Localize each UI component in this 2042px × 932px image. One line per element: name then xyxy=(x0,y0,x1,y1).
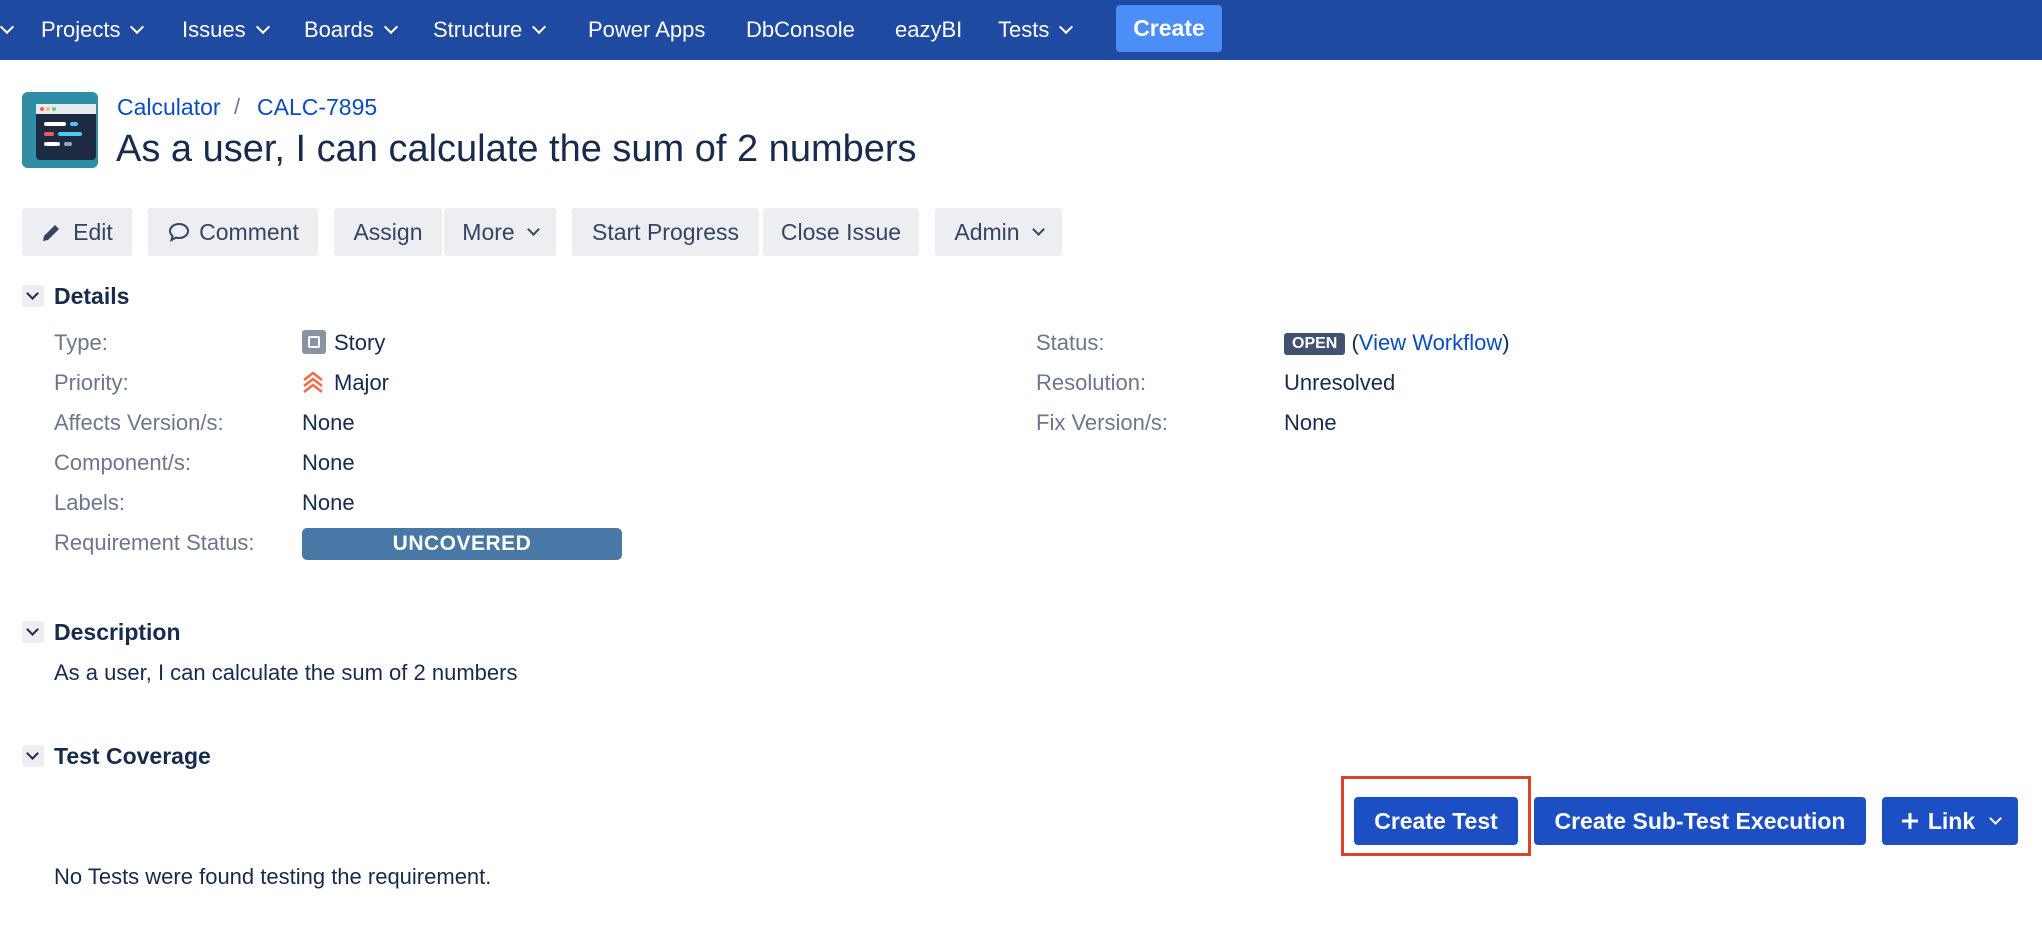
chevron-down-icon xyxy=(383,19,398,35)
breadcrumb-separator: / xyxy=(234,94,241,119)
type-label: Type: xyxy=(54,330,108,355)
edit-button-label: Edit xyxy=(73,218,113,245)
priority-label: Priority: xyxy=(54,370,129,395)
nav-projects-label: Projects xyxy=(41,17,121,42)
chevron-down-icon xyxy=(1031,222,1045,236)
nav-issues-label: Issues xyxy=(182,17,246,42)
components-value: None xyxy=(302,450,355,475)
comment-button-label: Comment xyxy=(199,218,299,245)
nav-projects[interactable]: Projects xyxy=(41,0,145,60)
components-label: Component/s: xyxy=(54,450,191,475)
chevron-down-icon xyxy=(1059,19,1074,35)
admin-button-label: Admin xyxy=(954,218,1020,245)
nav-power-apps[interactable]: Power Apps xyxy=(588,0,705,60)
admin-button[interactable]: Admin xyxy=(935,208,1062,256)
nav-issues[interactable]: Issues xyxy=(182,0,270,60)
nav-structure-label: Structure xyxy=(433,17,523,42)
description-heading: Description xyxy=(54,619,181,645)
status-value: OPEN (View Workflow) xyxy=(1284,330,1510,356)
description-toggle[interactable] xyxy=(22,621,44,643)
chevron-down-icon xyxy=(532,19,547,35)
priority-value-text: Major xyxy=(334,370,390,395)
breadcrumb-project-link[interactable]: Calculator xyxy=(117,94,221,121)
requirement-status-label: Requirement Status: xyxy=(54,530,255,555)
no-tests-message: No Tests were found testing the requirem… xyxy=(54,864,492,889)
link-button[interactable]: Link xyxy=(1882,797,2018,845)
status-label: Status: xyxy=(1036,330,1105,355)
requirement-status-badge: UNCOVERED xyxy=(302,528,622,560)
create-button[interactable]: Create xyxy=(1116,5,1222,52)
nav-tests[interactable]: Tests xyxy=(998,0,1074,60)
details-heading: Details xyxy=(54,283,130,309)
nav-boards[interactable]: Boards xyxy=(304,0,398,60)
labels-value: None xyxy=(302,490,355,515)
affects-version-label: Affects Version/s: xyxy=(54,410,224,435)
breadcrumb-issue-key-link[interactable]: CALC-7895 xyxy=(257,94,377,121)
paren-close: ) xyxy=(1502,330,1510,355)
type-value: Story xyxy=(302,330,385,356)
project-logo-icon xyxy=(22,92,98,168)
labels-label: Labels: xyxy=(54,490,125,515)
chevron-down-icon xyxy=(1989,811,2003,825)
priority-value: Major xyxy=(302,370,389,396)
paren-open: ( xyxy=(1351,330,1359,355)
fix-version-value: None xyxy=(1284,410,1337,435)
top-navigation: Projects Issues Boards Structure Power A… xyxy=(0,0,2042,60)
description-text: As a user, I can calculate the sum of 2 … xyxy=(54,660,518,685)
nav-eazybi[interactable]: eazyBI xyxy=(895,0,962,60)
edit-button[interactable]: Edit xyxy=(22,208,132,256)
view-workflow-link[interactable]: View Workflow xyxy=(1359,330,1502,355)
details-toggle[interactable] xyxy=(22,285,44,307)
fix-version-label: Fix Version/s: xyxy=(1036,410,1169,435)
comment-icon xyxy=(169,222,190,242)
nav-boards-label: Boards xyxy=(304,17,374,42)
type-value-text: Story xyxy=(334,330,386,355)
plus-icon xyxy=(1901,813,1918,829)
nav-menu-toggle[interactable] xyxy=(0,0,15,60)
test-coverage-toggle[interactable] xyxy=(22,745,44,767)
start-progress-button[interactable]: Start Progress xyxy=(572,208,759,256)
comment-button[interactable]: Comment xyxy=(148,208,318,256)
nav-tests-label: Tests xyxy=(998,17,1050,42)
create-test-button[interactable]: Create Test xyxy=(1354,797,1518,845)
nav-dbconsole-label: DbConsole xyxy=(746,17,855,42)
page-title: As a user, I can calculate the sum of 2 … xyxy=(116,128,917,170)
create-sub-test-execution-button[interactable]: Create Sub-Test Execution xyxy=(1534,797,1866,845)
nav-structure[interactable]: Structure xyxy=(433,0,547,60)
priority-major-icon xyxy=(303,371,323,393)
pencil-icon xyxy=(43,225,60,241)
nav-power-apps-label: Power Apps xyxy=(588,17,706,42)
link-button-label: Link xyxy=(1927,807,1976,834)
test-coverage-heading: Test Coverage xyxy=(54,743,211,769)
resolution-value: Unresolved xyxy=(1284,370,1396,395)
assign-button[interactable]: Assign xyxy=(334,208,442,256)
chevron-down-icon xyxy=(130,19,145,35)
close-issue-button[interactable]: Close Issue xyxy=(763,208,919,256)
affects-version-value: None xyxy=(302,410,355,435)
resolution-label: Resolution: xyxy=(1036,370,1147,395)
status-lozenge: OPEN xyxy=(1284,333,1346,355)
project-avatar[interactable] xyxy=(22,92,98,168)
chevron-down-icon xyxy=(255,19,270,35)
chevron-down-icon xyxy=(0,19,15,35)
more-button[interactable]: More xyxy=(444,208,556,256)
more-button-label: More xyxy=(462,218,515,245)
nav-dbconsole[interactable]: DbConsole xyxy=(746,0,855,60)
story-icon xyxy=(302,330,326,354)
chevron-down-icon xyxy=(526,222,540,236)
nav-eazybi-label: eazyBI xyxy=(895,17,963,42)
